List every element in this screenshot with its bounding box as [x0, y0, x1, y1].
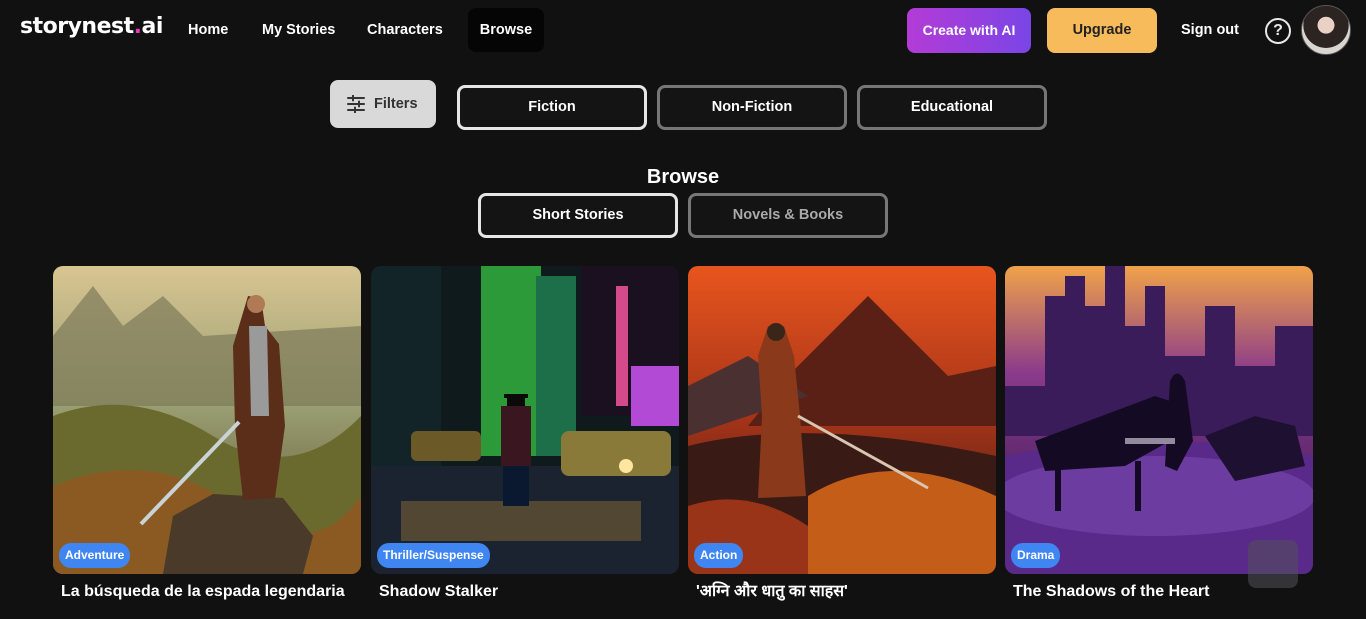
help-icon[interactable]: ?	[1265, 18, 1291, 44]
scroll-to-top-button[interactable]	[1248, 540, 1298, 588]
brand-logo[interactable]: storynest.ai	[20, 14, 163, 39]
avatar[interactable]	[1301, 5, 1351, 55]
story-title[interactable]: Shadow Stalker	[379, 582, 669, 602]
genre-badge: Adventure	[59, 543, 131, 568]
top-nav: storynest.ai Home My Stories Characters …	[0, 0, 1366, 62]
nav-home[interactable]: Home	[176, 8, 240, 52]
filters-button[interactable]: Filters	[330, 80, 436, 128]
story-cover-image[interactable]	[53, 266, 361, 574]
sliders-icon	[347, 95, 365, 113]
filters-label: Filters	[374, 96, 418, 112]
story-card[interactable]: Thriller/Suspense Shadow Stalker	[371, 266, 679, 619]
tab-short-stories[interactable]: Short Stories	[478, 193, 678, 238]
nav-characters[interactable]: Characters	[355, 8, 455, 52]
story-title[interactable]: 'अग्नि और धातु का साहस'	[696, 582, 986, 602]
tab-novels-books[interactable]: Novels & Books	[688, 193, 888, 238]
nav-browse[interactable]: Browse	[468, 8, 544, 52]
genre-badge: Action	[694, 543, 744, 568]
story-card[interactable]: Adventure La búsqueda de la espada legen…	[53, 266, 361, 619]
story-cover-image[interactable]	[371, 266, 679, 574]
upgrade-button[interactable]: Upgrade	[1047, 8, 1157, 53]
genre-badge: Thriller/Suspense	[377, 543, 490, 568]
section-title: Browse	[646, 166, 720, 188]
tab-non-fiction[interactable]: Non-Fiction	[657, 85, 847, 130]
story-card[interactable]: Action 'अग्नि और धातु का साहस'	[688, 266, 996, 619]
nav-my-stories[interactable]: My Stories	[250, 8, 347, 52]
tab-educational[interactable]: Educational	[857, 85, 1047, 130]
genre-badge: Drama	[1011, 543, 1061, 568]
tab-fiction[interactable]: Fiction	[457, 85, 647, 130]
story-cover-image[interactable]	[688, 266, 996, 574]
story-cover-image[interactable]	[1005, 266, 1313, 574]
sign-out-link[interactable]: Sign out	[1169, 8, 1251, 52]
story-title[interactable]: La búsqueda de la espada legendaria	[61, 582, 351, 602]
create-with-ai-button[interactable]: Create with AI	[907, 8, 1031, 53]
